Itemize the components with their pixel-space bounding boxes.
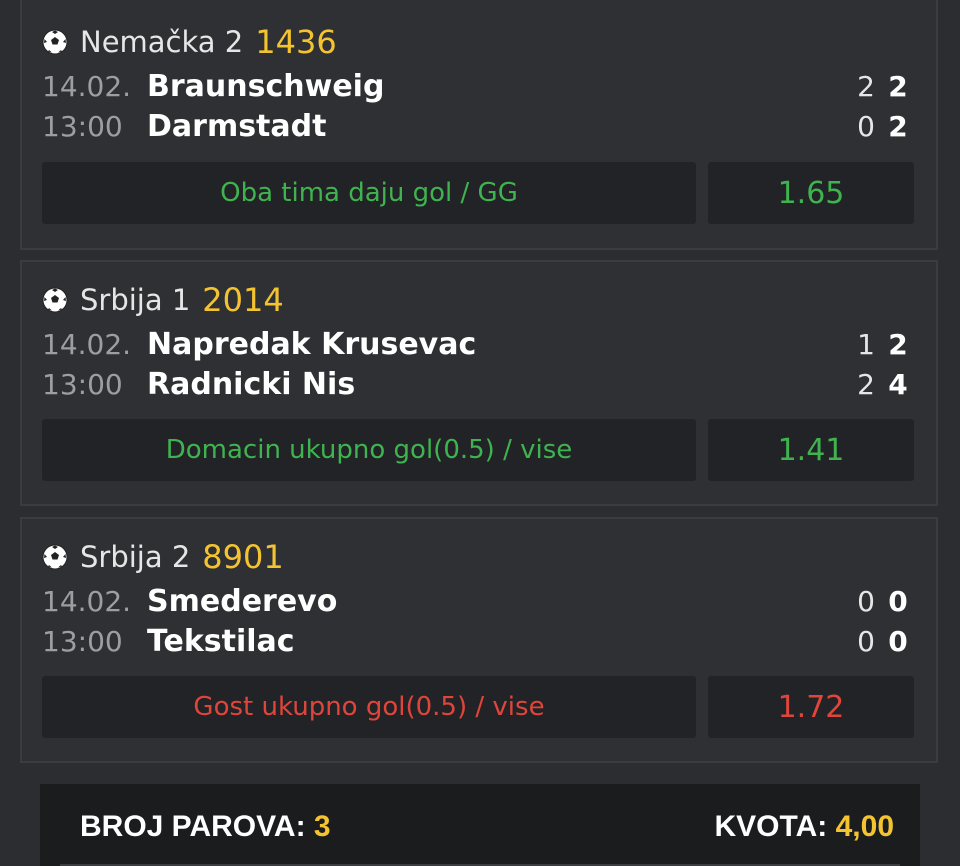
home-row: 14.02. Napredak Krusevac 1 2 — [42, 324, 916, 364]
league-name: Srbija 2 — [80, 540, 191, 574]
bet-odd: 1.72 — [708, 676, 914, 738]
ticket-view: Nemačka 2 1436 14.02. Braunschweig 2 2 1… — [0, 0, 960, 866]
home-row: 14.02. Smederevo 0 0 — [42, 581, 916, 621]
pairs-value: 3 — [313, 810, 331, 843]
home-final-score: 2 — [888, 327, 908, 361]
match-code: 8901 — [202, 538, 284, 576]
away-team: Darmstadt — [147, 108, 327, 144]
match-date: 14.02. — [42, 327, 132, 361]
league-name: Srbija 1 — [80, 283, 191, 317]
soccer-ball-icon — [42, 29, 68, 55]
home-final-score: 2 — [888, 69, 908, 103]
home-team: Braunschweig — [147, 68, 385, 104]
bet-tip: Oba tima daju gol / GG — [42, 162, 696, 224]
match-date: 14.02. — [42, 584, 132, 618]
odds-label: KVOTA: — [714, 810, 828, 843]
home-halftime-score: 2 — [857, 69, 875, 103]
match-card[interactable]: Nemačka 2 1436 14.02. Braunschweig 2 2 1… — [20, 0, 938, 250]
match-card[interactable]: Srbija 2 8901 14.02. Smederevo 0 0 13:00… — [20, 517, 938, 763]
away-final-score: 4 — [888, 367, 908, 401]
away-team: Radnicki Nis — [147, 366, 356, 402]
bet-tip: Gost ukupno gol(0.5) / vise — [42, 676, 696, 738]
away-halftime-score: 0 — [857, 109, 875, 143]
total-odds: KVOTA: 4,00 — [715, 810, 895, 844]
bet-odd: 1.41 — [708, 419, 914, 481]
away-final-score: 0 — [888, 624, 908, 658]
ticket-summary: BROJ PAROVA: 3 KVOTA: 4,00 — [40, 784, 920, 866]
home-halftime-score: 1 — [857, 327, 875, 361]
home-row: 14.02. Braunschweig 2 2 — [42, 66, 916, 106]
soccer-ball-icon — [42, 544, 68, 570]
league-header: Srbija 2 8901 — [42, 537, 284, 577]
match-time: 13:00 — [42, 624, 123, 658]
home-final-score: 0 — [888, 584, 908, 618]
league-header: Srbija 1 2014 — [42, 280, 284, 320]
away-team: Tekstilac — [147, 623, 295, 659]
home-team: Smederevo — [147, 583, 338, 619]
home-team: Napredak Krusevac — [147, 326, 477, 362]
pairs-count: BROJ PAROVA: 3 — [80, 810, 331, 844]
away-row: 13:00 Darmstadt 0 2 — [42, 106, 916, 146]
bet-tip: Domacin ukupno gol(0.5) / vise — [42, 419, 696, 481]
away-halftime-score: 2 — [857, 367, 875, 401]
away-row: 13:00 Tekstilac 0 0 — [42, 621, 916, 661]
bet-odd: 1.65 — [708, 162, 914, 224]
pairs-label: BROJ PAROVA: — [80, 810, 306, 843]
home-halftime-score: 0 — [857, 584, 875, 618]
match-code: 1436 — [255, 23, 337, 61]
match-code: 2014 — [202, 281, 284, 319]
match-date: 14.02. — [42, 69, 132, 103]
away-row: 13:00 Radnicki Nis 2 4 — [42, 364, 916, 404]
league-name: Nemačka 2 — [80, 25, 244, 59]
odds-value: 4,00 — [835, 810, 894, 843]
away-final-score: 2 — [888, 109, 908, 143]
match-time: 13:00 — [42, 367, 123, 401]
match-card[interactable]: Srbija 1 2014 14.02. Napredak Krusevac 1… — [20, 260, 938, 506]
league-header: Nemačka 2 1436 — [42, 22, 337, 62]
match-time: 13:00 — [42, 109, 123, 143]
away-halftime-score: 0 — [857, 624, 875, 658]
soccer-ball-icon — [42, 287, 68, 313]
